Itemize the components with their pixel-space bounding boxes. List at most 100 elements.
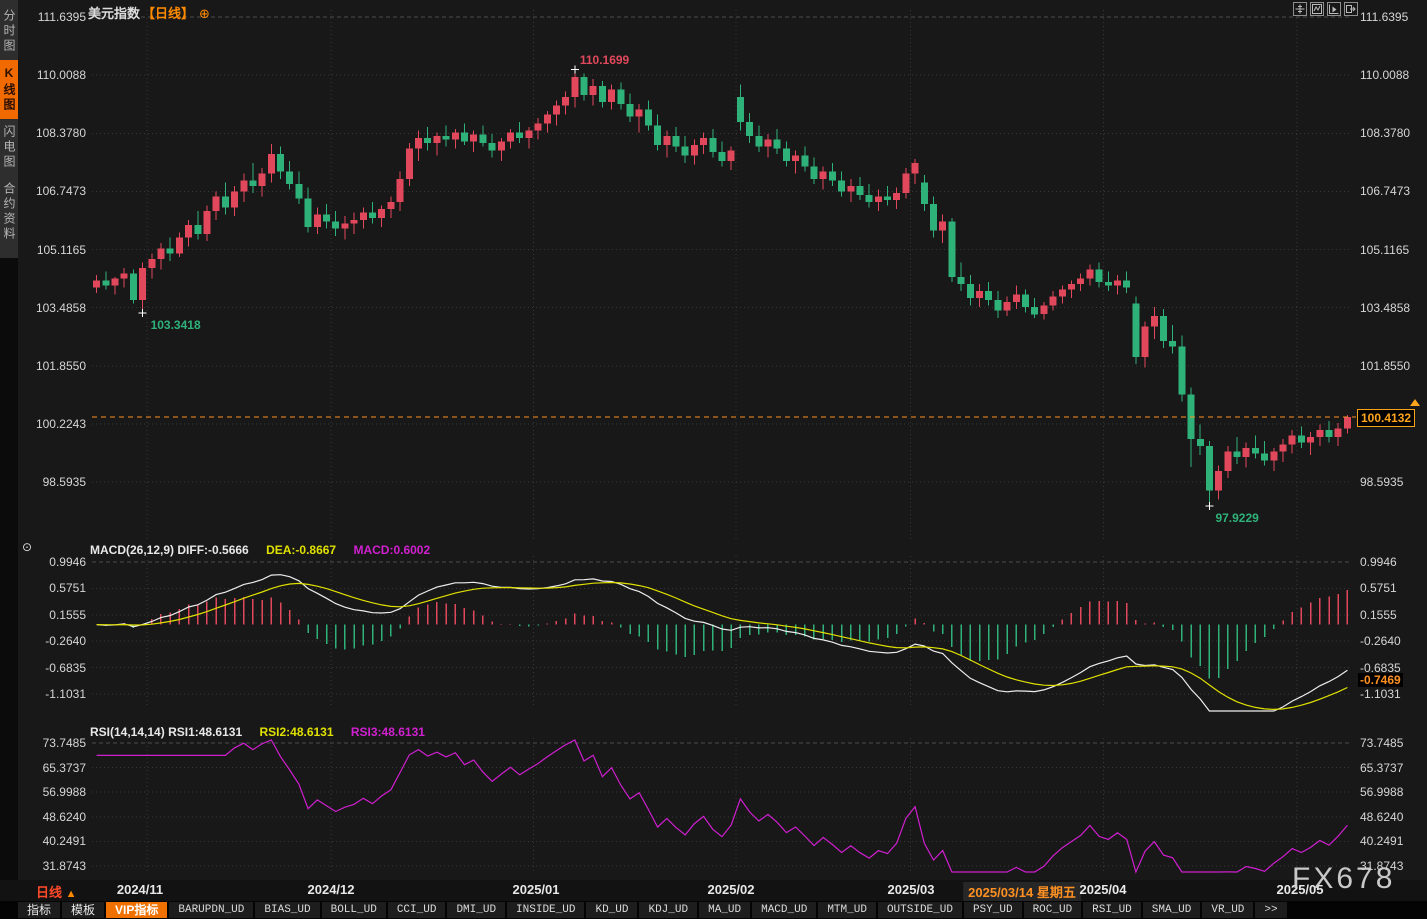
rsi-header: RSI(14,14,14) RSI1:48.6131 RSI2:48.6131 …: [90, 725, 425, 739]
y-axis-label: 48.6240: [1360, 810, 1424, 824]
macd-current-tag: -0.7469: [1358, 673, 1403, 687]
y-axis-label: -0.2640: [1360, 634, 1424, 648]
y-axis-label: 0.1555: [24, 608, 86, 622]
y-axis-label: 106.7473: [24, 184, 86, 198]
playback-window-icon[interactable]: [1327, 2, 1341, 16]
y-axis-label: 103.4858: [1360, 301, 1424, 315]
x-axis-label: 2025/04: [1080, 882, 1127, 897]
crosshair-move-icon[interactable]: [1293, 2, 1307, 16]
y-axis-label: 40.2491: [24, 834, 86, 848]
toolbar-item-kdj[interactable]: KDJ_UD: [639, 902, 697, 918]
toolbar-item-outside[interactable]: OUTSIDE_UD: [878, 902, 962, 918]
y-axis-label: -1.1031: [24, 687, 86, 701]
sidebar: 分时图K线图闪电图合约资料: [0, 0, 18, 880]
toolbar-item-ma[interactable]: MA_UD: [699, 902, 750, 918]
y-axis-label: 111.6395: [24, 10, 86, 24]
x-axis-label: 2025/01: [513, 882, 560, 897]
y-axis-label: 98.5935: [1360, 475, 1424, 489]
window-controls: [1293, 2, 1358, 16]
y-axis-label: 48.6240: [24, 810, 86, 824]
symbol-name: 美元指数: [88, 6, 140, 21]
interval-tag: 【日线】: [142, 6, 194, 21]
sidebar-tab-contract-info[interactable]: 合约资料: [0, 176, 18, 248]
toolbar-item-more[interactable]: >>: [1255, 902, 1286, 918]
y-axis-label: 108.3780: [24, 126, 86, 140]
toolbar-item-rsi[interactable]: RSI_UD: [1083, 902, 1141, 918]
rsi3-value: RSI3:48.6131: [351, 725, 425, 739]
y-axis-label: 73.7485: [1360, 736, 1424, 750]
y-axis-label: 98.5935: [24, 475, 86, 489]
toolbar-item-templates[interactable]: 模板: [62, 902, 104, 918]
low-price-annotation-nov: 103.3418: [151, 318, 201, 332]
y-axis-label: 31.8743: [24, 859, 86, 873]
sidebar-tab-flash-chart[interactable]: 闪电图: [0, 119, 18, 176]
y-axis-label: 101.8550: [1360, 359, 1424, 373]
add-overlay-icon[interactable]: ⊕: [199, 6, 210, 21]
y-axis-label: -0.2640: [24, 634, 86, 648]
toolbar-item-bias[interactable]: BIAS_UD: [255, 902, 319, 918]
y-axis-label: 111.6395: [1360, 10, 1424, 24]
toolbar-item-macd[interactable]: MACD_UD: [752, 902, 816, 918]
y-axis-label: 110.0088: [1360, 68, 1424, 82]
y-axis-label: 101.8550: [24, 359, 86, 373]
y-axis-label: 0.9946: [1360, 555, 1424, 569]
toolbar-item-vr[interactable]: VR_UD: [1202, 902, 1253, 918]
chart-title: 美元指数【日线】 ⊕: [88, 3, 210, 22]
period-selector[interactable]: 日线 ▲: [36, 882, 77, 901]
y-axis-label: 56.9988: [24, 785, 86, 799]
toolbar-item-kd[interactable]: KD_UD: [586, 902, 637, 918]
toolbar-item-dmi[interactable]: DMI_UD: [447, 902, 505, 918]
y-axis-label: 56.9988: [1360, 785, 1424, 799]
sidebar-tab-time-chart[interactable]: 分时图: [0, 3, 18, 60]
rsi2-value: RSI2:48.6131: [259, 725, 333, 739]
x-axis-label: 2024/12: [308, 882, 355, 897]
y-axis-label: 106.7473: [1360, 184, 1424, 198]
y-axis-label: 73.7485: [24, 736, 86, 750]
price-up-arrow-icon: [1410, 399, 1420, 406]
candlestick-canvas[interactable]: [0, 0, 1427, 919]
x-axis-label: 2025/03: [888, 882, 935, 897]
exit-window-icon[interactable]: [1344, 2, 1358, 16]
toolbar-item-mtm[interactable]: MTM_UD: [818, 902, 876, 918]
y-axis-label: 40.2491: [1360, 834, 1424, 848]
y-axis-label: 65.3737: [24, 761, 86, 775]
low-price-annotation-apr: 97.9229: [1215, 511, 1258, 525]
macd-hist-value: MACD:0.6002: [353, 543, 430, 557]
y-axis-label: 110.0088: [24, 68, 86, 82]
toolbar-item-inside[interactable]: INSIDE_UD: [507, 902, 584, 918]
macd-header: MACD(26,12,9) DIFF:-0.5666 DEA:-0.8667 M…: [90, 543, 430, 557]
macd-dea-value: DEA:-0.8667: [266, 543, 336, 557]
x-axis-label: 2025/02: [708, 882, 755, 897]
y-axis-label: 103.4858: [24, 301, 86, 315]
y-axis-label: -1.1031: [1360, 687, 1424, 701]
toolbar-item-cci[interactable]: CCI_UD: [388, 902, 446, 918]
toolbar-item-barupdn[interactable]: BARUPDN_UD: [169, 902, 253, 918]
toolbar-item-psy[interactable]: PSY_UD: [964, 902, 1022, 918]
trading-app: 分时图K线图闪电图合约资料 美元指数【日线】 ⊕ ⊙ MACD(26,12,9) …: [0, 0, 1427, 919]
y-axis-label: 105.1165: [24, 243, 86, 257]
y-axis-label: -0.6835: [24, 661, 86, 675]
y-axis-label: 108.3780: [1360, 126, 1424, 140]
panel-collapse-icon[interactable]: ⊙: [22, 540, 32, 554]
macd-title: MACD(26,12,9) DIFF:-0.5666: [90, 543, 249, 557]
toolbar-item-indicators[interactable]: 指标: [18, 902, 60, 918]
y-axis-label: 0.1555: [1360, 608, 1424, 622]
y-axis-label: 0.9946: [24, 555, 86, 569]
toolbar-item-roc[interactable]: ROC_UD: [1024, 902, 1082, 918]
kline-window-icon[interactable]: [1310, 2, 1324, 16]
toolbar-item-vip-indicators[interactable]: VIP指标: [106, 902, 167, 918]
high-price-annotation: 110.1699: [580, 53, 629, 67]
y-axis-label: 0.5751: [1360, 581, 1424, 595]
y-axis-label: 105.1165: [1360, 243, 1424, 257]
toolbar-item-boll[interactable]: BOLL_UD: [322, 902, 386, 918]
x-axis-label-selected: 2025/03/14 星期五: [963, 882, 1081, 901]
sidebar-tab-kline-chart[interactable]: K线图: [0, 60, 18, 119]
period-arrow-icon: ▲: [66, 888, 77, 900]
date-axis: 日线 ▲ 2024/11 2024/12 2025/01 2025/02 2025/03…: [0, 880, 1427, 901]
indicator-toolbar: 指标模板VIP指标BARUPDN_UDBIAS_UDBOLL_UDCCI_UDD…: [0, 901, 1427, 919]
x-axis-label: 2024/11: [117, 882, 163, 897]
sidebar-tabs: 分时图K线图闪电图合约资料: [0, 0, 18, 258]
y-axis-label: 0.5751: [24, 581, 86, 595]
toolbar-item-sma[interactable]: SMA_UD: [1143, 902, 1201, 918]
watermark: FX678: [1292, 862, 1395, 896]
